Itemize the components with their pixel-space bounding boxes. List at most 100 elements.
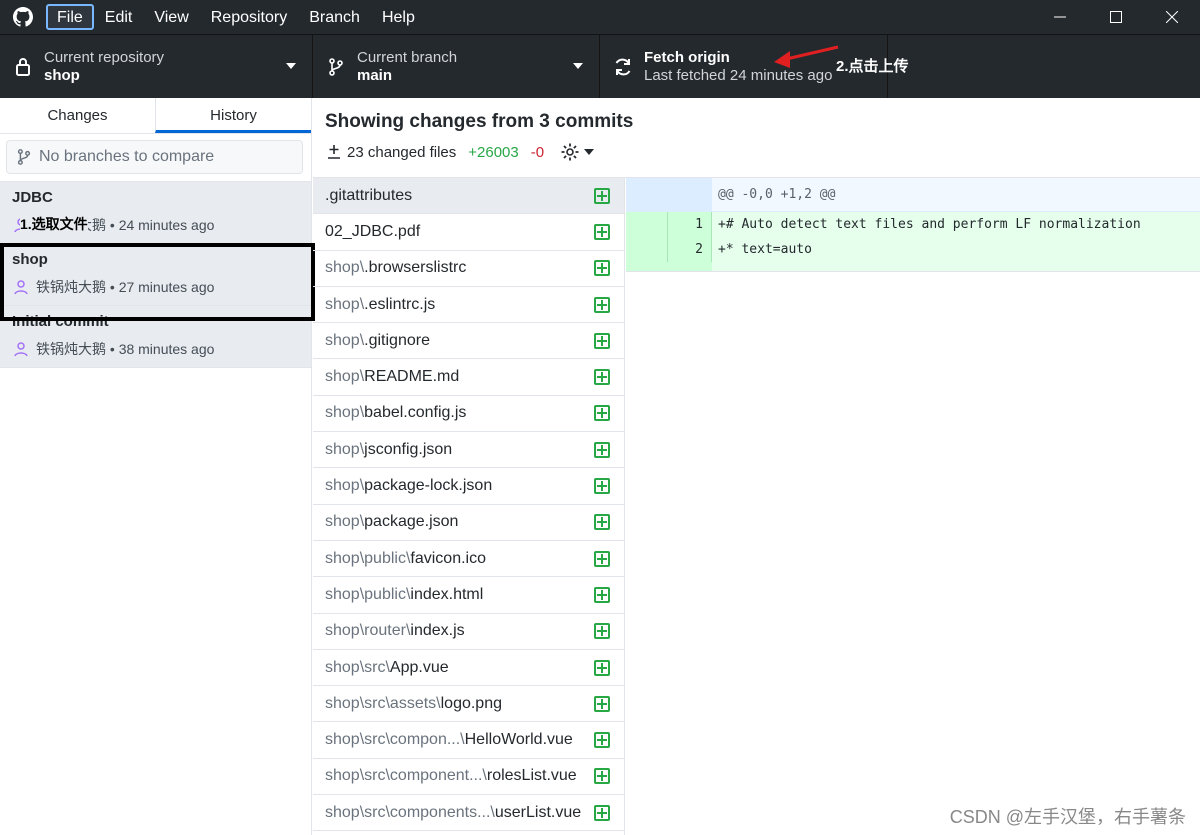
file-added-icon bbox=[594, 187, 610, 204]
file-list-item[interactable]: shop\babel.config.js bbox=[313, 396, 624, 433]
file-list-item[interactable]: shop\src\assets\logo.png bbox=[313, 686, 624, 723]
changed-files-count: 23 changed files bbox=[347, 143, 457, 161]
file-name: shop\.eslintrc.js bbox=[325, 296, 435, 314]
file-list-item[interactable]: .gitattributes bbox=[313, 178, 624, 215]
file-list-item[interactable]: shop\package.json bbox=[313, 505, 624, 541]
file-base: .eslintrc.js bbox=[364, 295, 436, 313]
chevron-down-icon bbox=[573, 63, 583, 69]
sync-icon bbox=[606, 57, 640, 77]
github-logo-icon bbox=[0, 0, 46, 34]
file-list-item[interactable]: shop\src\component...\rolesList.vue bbox=[313, 759, 624, 796]
menu-edit[interactable]: Edit bbox=[94, 4, 144, 30]
minimize-button[interactable] bbox=[1032, 0, 1088, 34]
file-list-item[interactable]: shop\.gitignore bbox=[313, 323, 624, 360]
file-dir: shop\src\assets\ bbox=[325, 694, 441, 712]
file-base: App.vue bbox=[389, 658, 449, 676]
file-base: README.md bbox=[364, 368, 460, 386]
file-list-item[interactable]: shop\src\compon...\HelloWorld.vue bbox=[313, 722, 624, 759]
minimize-icon bbox=[1054, 16, 1066, 18]
maximize-button[interactable] bbox=[1088, 0, 1144, 34]
menu-repository[interactable]: Repository bbox=[200, 4, 298, 30]
file-name: shop\src\App.vue bbox=[325, 659, 449, 677]
watermark: CSDN @左手汉堡，右手薯条 bbox=[949, 807, 1186, 827]
diff-stats: 23 changed files +26003 -0 bbox=[327, 142, 595, 162]
diff-header: Showing changes from 3 commits 23 change… bbox=[313, 98, 1200, 178]
file-name: shop\package.json bbox=[325, 513, 458, 531]
file-dir: shop\ bbox=[325, 440, 365, 458]
branch-compare-input[interactable]: No branches to compare bbox=[6, 140, 303, 174]
current-branch-button[interactable]: Current branch main bbox=[313, 35, 600, 98]
title-bar: File Edit View Repository Branch Help bbox=[0, 0, 1200, 34]
file-dir: shop\public\ bbox=[325, 549, 411, 567]
file-list-item[interactable]: shop\.browserslistrc bbox=[313, 251, 624, 287]
lock-icon bbox=[6, 57, 40, 77]
annotation-arrow-icon bbox=[774, 45, 839, 68]
file-added-icon bbox=[594, 296, 610, 313]
menu-view[interactable]: View bbox=[143, 4, 199, 30]
file-list-item[interactable]: shop\README.md bbox=[313, 359, 624, 396]
additions-count: +26003 bbox=[468, 143, 519, 161]
file-list-item[interactable]: shop\public\index.html bbox=[313, 577, 624, 614]
annotation-step1: 1.选取文件 bbox=[20, 214, 88, 234]
file-added-icon bbox=[594, 804, 610, 821]
file-list-item[interactable]: shop\src\App.vue bbox=[313, 650, 624, 687]
file-base: .gitignore bbox=[364, 331, 430, 349]
file-name: shop\src\components...\userList.vue bbox=[325, 804, 581, 822]
file-list-item[interactable]: 02_JDBC.pdf bbox=[313, 214, 624, 251]
file-dir: shop\src\ bbox=[325, 658, 390, 676]
commit-item[interactable]: JDBC 铁锅炖大鹅 • 24 minutes ago 1.选取文件 bbox=[0, 182, 311, 244]
current-repository-button[interactable]: Current repository shop bbox=[0, 35, 313, 98]
file-name: shop\.browserslistrc bbox=[325, 259, 466, 277]
changed-file-list: .gitattributes 02_JDBC.pdf shop\.browsersl… bbox=[313, 178, 625, 835]
diff-line: 1 +# Auto detect text files and perform … bbox=[626, 212, 1200, 237]
close-icon bbox=[1166, 11, 1178, 23]
file-list-item[interactable]: shop\.eslintrc.js bbox=[313, 287, 624, 324]
file-added-icon bbox=[594, 514, 610, 531]
file-dir: shop\src\component...\ bbox=[325, 767, 487, 785]
annotation-step2: 2.点击上传 bbox=[836, 58, 909, 75]
branch-name: main bbox=[357, 66, 393, 84]
close-button[interactable] bbox=[1144, 0, 1200, 34]
file-list-item[interactable]: shop\router\index.js bbox=[313, 614, 624, 650]
file-base: index.js bbox=[410, 622, 465, 640]
file-list-item[interactable]: shop\package-lock.json bbox=[313, 468, 624, 505]
file-list-item[interactable]: shop\public\favicon.ico bbox=[313, 541, 624, 578]
file-list-item[interactable]: shop\src\components...\userList.vue bbox=[313, 795, 624, 832]
file-dir: shop\ bbox=[325, 368, 365, 386]
avatar bbox=[12, 340, 30, 358]
file-added-icon bbox=[594, 550, 610, 567]
diff-options-button[interactable] bbox=[560, 142, 595, 162]
menu-branch[interactable]: Branch bbox=[298, 4, 371, 30]
deletions-count: -0 bbox=[530, 143, 545, 161]
file-base: package.json bbox=[364, 513, 459, 531]
file-name: shop\public\index.html bbox=[325, 586, 483, 604]
hunk-text: @@ -0,0 +1,2 @@ bbox=[718, 187, 836, 202]
commit-time: 38 minutes ago bbox=[118, 341, 215, 357]
file-base: .gitattributes bbox=[325, 186, 413, 204]
file-dir: shop\ bbox=[325, 259, 365, 277]
commit-time: 24 minutes ago bbox=[118, 217, 215, 233]
file-dir: shop\ bbox=[325, 295, 365, 313]
file-name: shop\package-lock.json bbox=[325, 477, 492, 495]
file-dir: shop\ bbox=[325, 331, 365, 349]
line-code: +* text=auto bbox=[718, 242, 812, 257]
toolbar: Current repository shop Current branch m… bbox=[0, 34, 1200, 98]
file-added-icon bbox=[594, 441, 610, 458]
file-added-icon bbox=[594, 478, 610, 495]
repository-label: Current repository bbox=[44, 48, 165, 66]
tab-history[interactable]: History bbox=[155, 98, 311, 133]
tab-changes[interactable]: Changes bbox=[0, 98, 155, 133]
file-base: logo.png bbox=[440, 694, 502, 712]
compare-placeholder: No branches to compare bbox=[39, 148, 215, 165]
file-name: shop\babel.config.js bbox=[325, 404, 466, 422]
file-dir: shop\src\compon...\ bbox=[325, 731, 465, 749]
page-title: Showing changes from 3 commits bbox=[325, 111, 634, 132]
menu-file[interactable]: File bbox=[46, 4, 94, 30]
file-list-item[interactable]: shop\jsconfig.json bbox=[313, 432, 624, 469]
chevron-down-icon bbox=[286, 63, 296, 69]
sidebar-tabs: Changes History bbox=[0, 98, 311, 134]
menu-help[interactable]: Help bbox=[371, 4, 426, 30]
repository-name: shop bbox=[44, 66, 80, 84]
branch-label: Current branch bbox=[357, 48, 458, 66]
file-added-icon bbox=[594, 732, 610, 749]
